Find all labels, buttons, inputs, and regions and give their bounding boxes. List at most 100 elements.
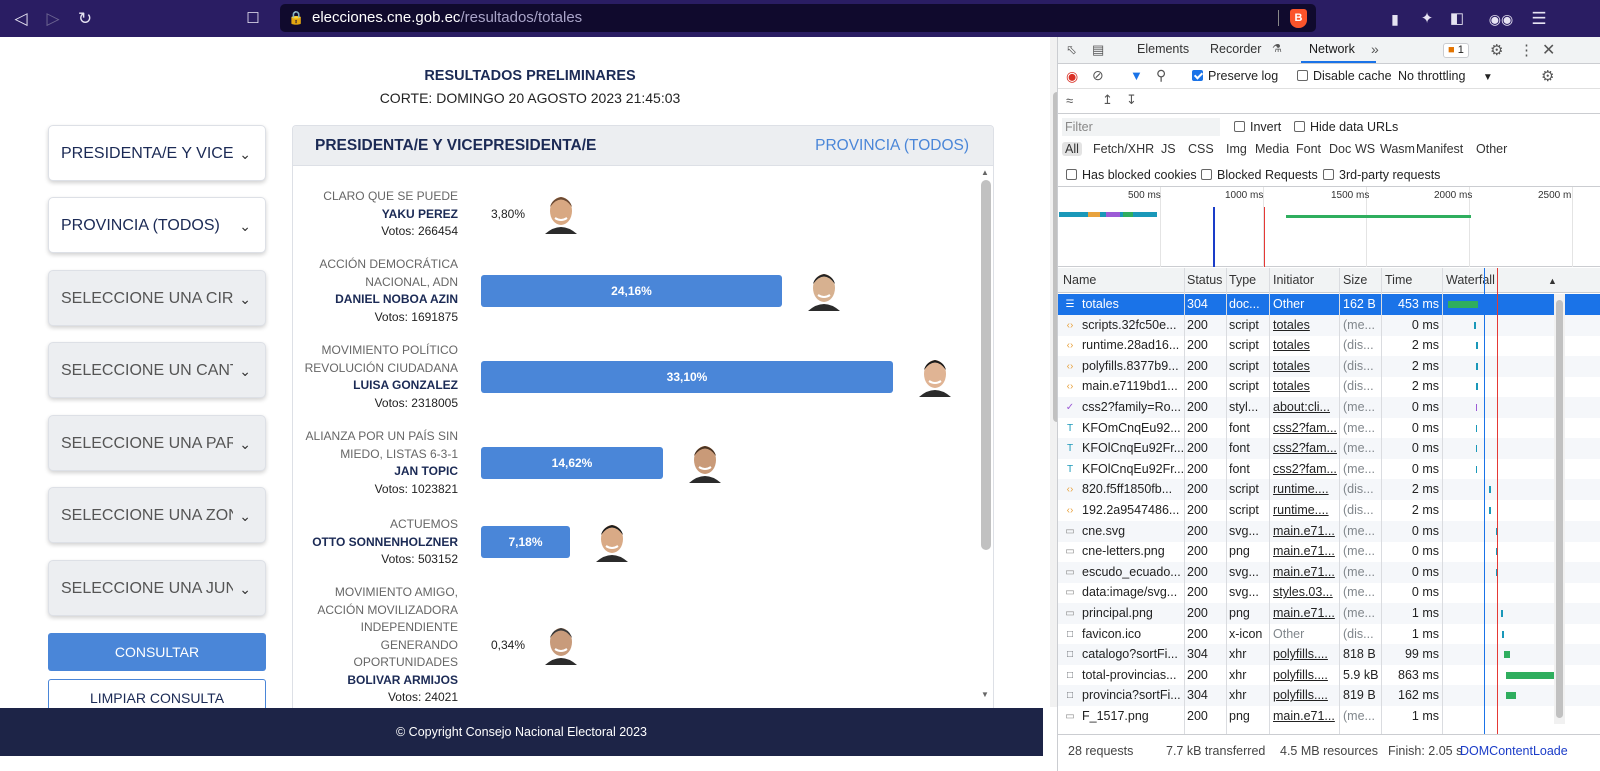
- type-filter-media[interactable]: Media: [1255, 142, 1289, 156]
- table-row[interactable]: T KFOmCnqEu92... 200 font css2?fam... (me... 0…: [1058, 418, 1600, 439]
- table-row[interactable]: □ catalogo?sortFi... 304 xhr polyfills.... 81…: [1058, 644, 1600, 666]
- settings-gear-icon[interactable]: ⚙: [1490, 41, 1503, 59]
- table-row[interactable]: ▭ data:image/svg... 200 svg... styles.03... (…: [1058, 582, 1600, 603]
- more-options-icon[interactable]: ⋮: [1519, 41, 1534, 59]
- cell-initiator[interactable]: main.e71...: [1273, 603, 1337, 624]
- table-row[interactable]: ▭ escudo_ecuado... 200 svg... main.e71... (me…: [1058, 561, 1600, 583]
- type-filter-manifest[interactable]: Manifest: [1416, 142, 1463, 156]
- type-filter-css[interactable]: CSS: [1188, 142, 1214, 156]
- cell-initiator[interactable]: runtime....: [1273, 479, 1337, 500]
- cell-initiator[interactable]: runtime....: [1273, 500, 1337, 521]
- table-row[interactable]: ▭ cne-letters.png 200 png main.e71... (me... 0…: [1058, 541, 1600, 562]
- filter-funnel-icon[interactable]: ▼: [1130, 68, 1143, 83]
- disable-cache-check[interactable]: [1297, 70, 1308, 81]
- sidebar-icon[interactable]: ◧: [1446, 8, 1468, 30]
- table-row[interactable]: ‹› runtime.28ad16... 200 script totales (dis.…: [1058, 335, 1600, 356]
- type-filter-font[interactable]: Font: [1296, 142, 1321, 156]
- cell-initiator[interactable]: css2?fam...: [1273, 459, 1337, 480]
- type-filter-all[interactable]: All: [1062, 142, 1082, 156]
- select-0[interactable]: PRESIDENTA/E Y VICEPRESIDENTA/E ⌄: [48, 125, 266, 181]
- bookmark-icon[interactable]: ☐: [242, 8, 264, 30]
- third-party-check[interactable]: [1323, 169, 1334, 180]
- results-scroll-thumb[interactable]: [981, 180, 991, 550]
- issues-badge[interactable]: ■ 1: [1443, 43, 1469, 58]
- extension-icon[interactable]: ▮: [1384, 8, 1406, 30]
- table-row[interactable]: ‹› 192.2a9547486... 200 script runtime.... (d…: [1058, 500, 1600, 521]
- search-icon[interactable]: ⚲: [1156, 67, 1166, 84]
- results-scrollbar[interactable]: ▲ ▼: [979, 168, 993, 708]
- network-conditions-icon[interactable]: ≈: [1066, 93, 1073, 108]
- url-bar[interactable]: 🔒 elecciones.cne.gob.ec/resultados/total…: [280, 4, 1316, 32]
- cell-initiator[interactable]: totales: [1273, 335, 1337, 356]
- table-row[interactable]: ▭ F_1517.png 200 png main.e71... (me... 1 ms: [1058, 706, 1600, 727]
- select-1[interactable]: PROVINCIA (TODOS) ⌄: [48, 197, 266, 253]
- type-filter-other[interactable]: Other: [1476, 142, 1507, 156]
- table-row[interactable]: □ provincia?sortFi... 304 xhr polyfills.... 8…: [1058, 685, 1600, 707]
- invert-check[interactable]: [1234, 121, 1245, 132]
- third-party-checkbox[interactable]: 3rd-party requests: [1323, 168, 1440, 182]
- forward-icon[interactable]: ▷: [42, 8, 64, 30]
- table-row[interactable]: T KFOlCnqEu92Fr... 200 font css2?fam... (me..…: [1058, 438, 1600, 460]
- table-row[interactable]: □ favicon.ico 200 x-icon Other (dis... 1 ms: [1058, 624, 1600, 645]
- col-name[interactable]: Name: [1063, 273, 1096, 287]
- cell-initiator[interactable]: main.e71...: [1273, 521, 1337, 542]
- table-row[interactable]: ‹› main.e7119bd1... 200 script totales (dis..…: [1058, 376, 1600, 397]
- table-row[interactable]: ‹› scripts.32fc50e... 200 script totales (me.…: [1058, 314, 1600, 336]
- col-size[interactable]: Size: [1343, 273, 1367, 287]
- brave-shield-icon[interactable]: B: [1290, 9, 1307, 28]
- more-tabs-icon[interactable]: »: [1371, 41, 1379, 57]
- table-row[interactable]: ☰ totales 304 doc... Other 162 B 453 ms: [1058, 294, 1600, 315]
- network-overview[interactable]: 500 ms 1000 ms 1500 ms 2000 ms 2500 m: [1058, 187, 1600, 267]
- col-waterfall[interactable]: Waterfall: [1446, 273, 1495, 287]
- type-filter-wasm[interactable]: Wasm: [1380, 142, 1415, 156]
- cell-initiator[interactable]: styles.03...: [1273, 582, 1337, 603]
- col-time[interactable]: Time: [1385, 273, 1412, 287]
- cell-initiator[interactable]: totales: [1273, 356, 1337, 377]
- type-filter-img[interactable]: Img: [1226, 142, 1247, 156]
- blocked-requests-checkbox[interactable]: Blocked Requests: [1201, 168, 1318, 182]
- record-stop-icon[interactable]: ◉: [1066, 68, 1078, 85]
- inspect-element-icon[interactable]: ⬁: [1066, 42, 1077, 58]
- scroll-up-icon[interactable]: ▲: [981, 168, 989, 177]
- cell-initiator[interactable]: polyfills....: [1273, 644, 1337, 665]
- back-icon[interactable]: ◁: [10, 8, 32, 30]
- type-filter-ws[interactable]: WS: [1355, 142, 1375, 156]
- table-row[interactable]: ▭ principal.png 200 png main.e71... (me... 1 m…: [1058, 603, 1600, 624]
- has-blocked-cookies-check[interactable]: [1066, 169, 1077, 180]
- cell-initiator[interactable]: css2?fam...: [1273, 418, 1337, 439]
- export-har-icon[interactable]: ↧: [1126, 92, 1137, 108]
- hide-data-urls-checkbox[interactable]: Hide data URLs: [1294, 120, 1398, 134]
- col-status[interactable]: Status: [1187, 273, 1222, 287]
- hide-data-urls-check[interactable]: [1294, 121, 1305, 132]
- throttling-select[interactable]: No throttling ▼: [1398, 69, 1493, 83]
- network-scroll-thumb[interactable]: [1556, 300, 1563, 718]
- clear-icon[interactable]: ⊘: [1092, 67, 1104, 84]
- scroll-down-icon[interactable]: ▼: [981, 690, 989, 699]
- table-row[interactable]: □ total-provincias... 200 xhr polyfills.... 5…: [1058, 665, 1600, 686]
- type-filter-js[interactable]: JS: [1161, 142, 1176, 156]
- import-har-icon[interactable]: ↥: [1102, 92, 1113, 108]
- reload-icon[interactable]: ↻: [74, 8, 96, 30]
- network-table-scrollbar[interactable]: [1554, 294, 1565, 724]
- tab-recorder[interactable]: Recorder: [1210, 42, 1261, 56]
- preserve-log-checkbox[interactable]: Preserve log: [1192, 69, 1278, 83]
- cell-initiator[interactable]: totales: [1273, 376, 1337, 397]
- table-row[interactable]: T KFOlCnqEu92Fr... 200 font css2?fam... (me..…: [1058, 459, 1600, 480]
- has-blocked-cookies-checkbox[interactable]: Has blocked cookies: [1066, 168, 1197, 182]
- table-row[interactable]: ‹› 820.f5ff1850fb... 200 script runtime.... (…: [1058, 479, 1600, 501]
- filter-input[interactable]: Filter: [1062, 118, 1220, 136]
- tab-network[interactable]: Network: [1309, 42, 1355, 56]
- cell-initiator[interactable]: main.e71...: [1273, 562, 1337, 583]
- cell-initiator[interactable]: css2?fam...: [1273, 438, 1337, 459]
- cell-initiator[interactable]: totales: [1273, 315, 1337, 336]
- type-filter-doc[interactable]: Doc: [1329, 142, 1351, 156]
- puzzle-icon[interactable]: ✦: [1416, 8, 1438, 30]
- device-toolbar-icon[interactable]: ▤: [1092, 42, 1104, 58]
- consultar-button[interactable]: CONSULTAR: [48, 633, 266, 671]
- disable-cache-checkbox[interactable]: Disable cache: [1297, 69, 1392, 83]
- cell-initiator[interactable]: main.e71...: [1273, 706, 1337, 727]
- cell-initiator[interactable]: about:cli...: [1273, 397, 1337, 418]
- type-filter-fetch-xhr[interactable]: Fetch/XHR: [1093, 142, 1154, 156]
- preserve-log-check[interactable]: [1192, 70, 1203, 81]
- sort-ascending-icon[interactable]: ▲: [1548, 276, 1557, 286]
